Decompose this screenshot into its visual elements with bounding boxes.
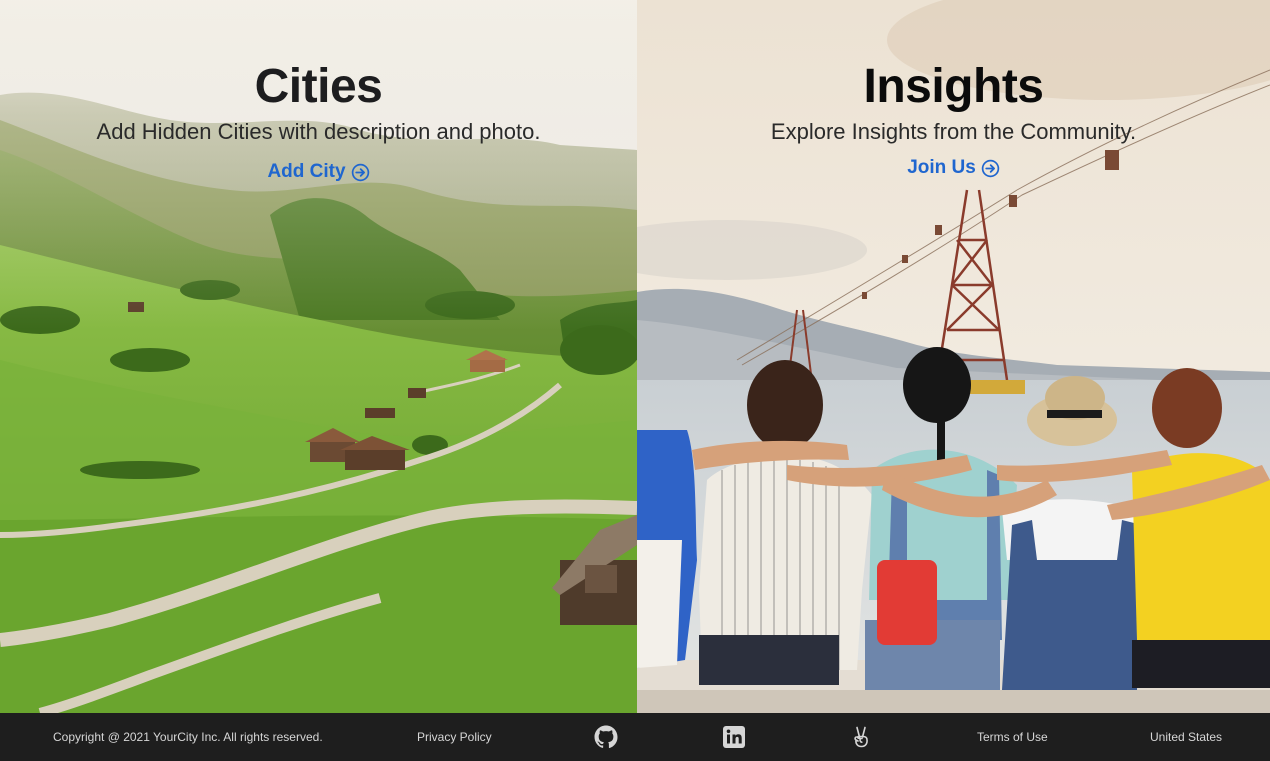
arrow-circle-right-icon xyxy=(981,159,1000,177)
insights-title: Insights xyxy=(863,60,1044,113)
angellist-icon[interactable] xyxy=(849,725,873,749)
copyright-text: Copyright @ 2021 YourCity Inc. All right… xyxy=(53,730,323,744)
privacy-policy-link[interactable]: Privacy Policy xyxy=(417,713,492,761)
cities-header: Cities Add Hidden Cities with descriptio… xyxy=(0,58,637,184)
join-us-label: Join Us xyxy=(907,157,976,178)
cities-subtitle: Add Hidden Cities with description and p… xyxy=(96,119,541,144)
terms-of-use-link[interactable]: Terms of Use xyxy=(977,713,1048,761)
footer: Copyright @ 2021 YourCity Inc. All right… xyxy=(0,713,1270,761)
region-selector[interactable]: United States xyxy=(1150,713,1222,761)
insights-subtitle: Explore Insights from the Community. xyxy=(770,119,1137,144)
linkedin-icon[interactable] xyxy=(722,725,746,749)
arrow-circle-right-icon xyxy=(351,163,369,181)
cities-title: Cities xyxy=(254,60,383,113)
add-city-link[interactable]: Add City xyxy=(267,160,369,184)
add-city-label: Add City xyxy=(267,161,346,182)
insights-panel: Insights Explore Insights from the Commu… xyxy=(637,0,1270,713)
github-icon[interactable] xyxy=(594,725,618,749)
join-us-link[interactable]: Join Us xyxy=(907,156,1000,180)
cities-panel: Cities Add Hidden Cities with descriptio… xyxy=(0,0,637,713)
insights-header: Insights Explore Insights from the Commu… xyxy=(637,58,1270,180)
page: Cities Add Hidden Cities with descriptio… xyxy=(0,0,1270,761)
